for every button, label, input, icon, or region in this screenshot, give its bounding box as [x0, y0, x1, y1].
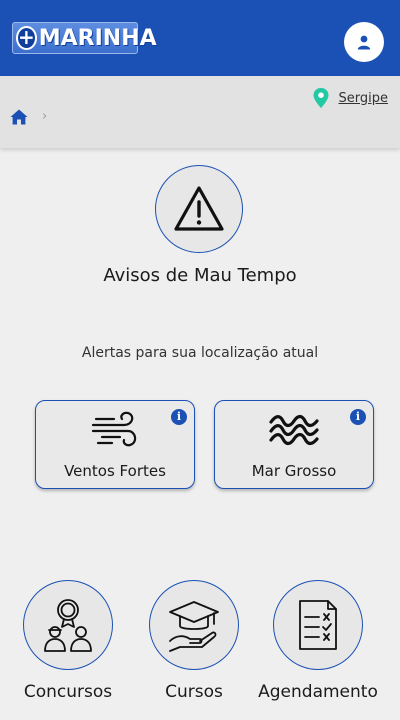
- alert-card-ventos-fortes[interactable]: i Ventos Fortes: [35, 400, 195, 489]
- nav-label: Agendamento: [258, 682, 378, 702]
- location-selector[interactable]: Sergipe: [313, 88, 388, 108]
- weather-warning-badge: [155, 165, 243, 253]
- user-avatar-button[interactable]: [344, 22, 384, 62]
- breadcrumb: Sergipe ›: [0, 76, 400, 148]
- alert-card-label: Mar Grosso: [251, 462, 337, 480]
- page-subtitle: Alertas para sua localização atual: [81, 345, 319, 361]
- nav-cursos[interactable]: Cursos: [129, 580, 259, 702]
- nav-label: Concursos: [23, 682, 113, 702]
- waves-icon: [269, 414, 319, 446]
- alert-card-label: Ventos Fortes: [64, 462, 166, 480]
- nav-label: Cursos: [165, 682, 223, 702]
- app-header: + MARINHA: [0, 0, 400, 76]
- breadcrumb-separator: ›: [42, 109, 48, 124]
- home-icon[interactable]: [10, 109, 28, 125]
- location-label[interactable]: Sergipe: [339, 91, 388, 106]
- alert-card-mar-grosso[interactable]: i Mar Grosso: [214, 400, 374, 489]
- logo-text: MARINHA: [38, 25, 157, 51]
- plus-icon: +: [16, 25, 37, 50]
- wind-icon: [91, 411, 137, 447]
- nav-concursos[interactable]: Concursos: [3, 580, 133, 702]
- warning-triangle-icon: [174, 186, 224, 231]
- checklist-document-icon: [299, 600, 337, 650]
- page-title: Avisos de Mau Tempo: [103, 265, 297, 286]
- map-pin-icon: [313, 88, 329, 108]
- medal-people-icon: [44, 599, 92, 652]
- nav-agendamento[interactable]: Agendamento: [253, 580, 383, 702]
- user-icon: [357, 35, 371, 50]
- graduation-cap-icon: [169, 601, 219, 652]
- marinha-logo[interactable]: + MARINHA: [12, 22, 157, 54]
